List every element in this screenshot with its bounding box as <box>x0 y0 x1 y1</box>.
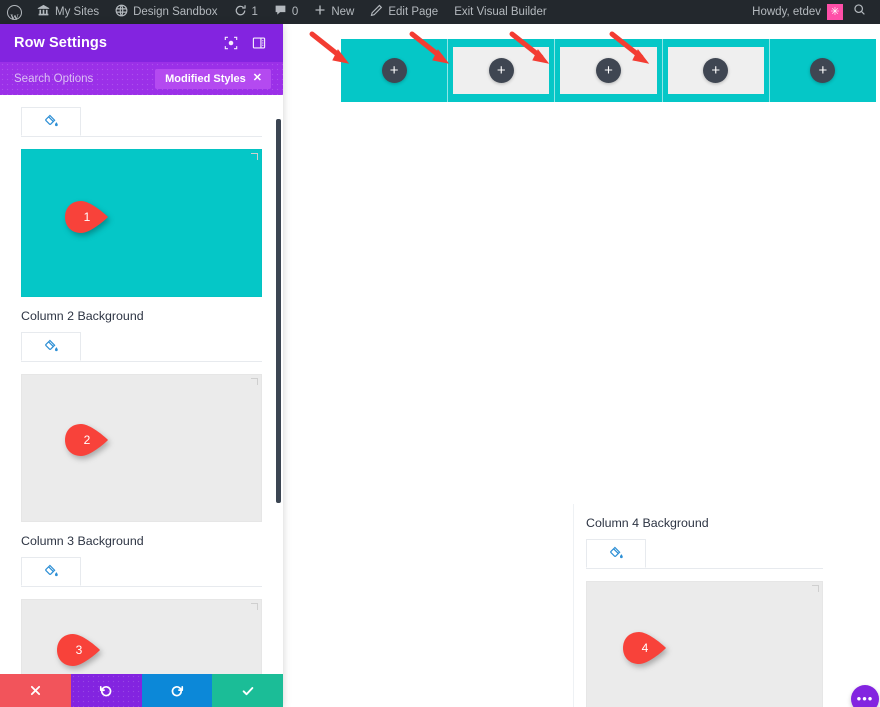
screen-root: My Sites Design Sandbox 1 0 New <box>0 0 880 707</box>
paint-bucket-icon[interactable] <box>21 332 81 361</box>
resize-handle-icon[interactable] <box>812 585 819 592</box>
builder-column-4[interactable]: + <box>663 39 770 102</box>
color-picker-row-3[interactable] <box>21 557 262 587</box>
panel-scrollbar[interactable] <box>276 119 281 503</box>
paint-bucket-icon[interactable] <box>21 107 81 136</box>
admin-bar-label-site-name: Design Sandbox <box>133 6 218 18</box>
add-module-button-2[interactable]: + <box>488 58 514 83</box>
admin-bar-item-site-name[interactable]: Design Sandbox <box>107 0 225 24</box>
builder-column-5[interactable]: + <box>770 39 876 102</box>
admin-bar-item-updates[interactable]: 1 <box>226 0 266 24</box>
row-settings-panel: Row Settings Search Options Modified Sty… <box>0 24 283 707</box>
admin-bar-label-updates: 1 <box>251 6 258 18</box>
add-module-button-1[interactable]: + <box>381 58 407 83</box>
annotation-marker-2: 2 <box>64 423 110 457</box>
color-picker-field-1[interactable] <box>81 107 262 136</box>
color-swatch-column-1[interactable]: 1 <box>21 149 262 297</box>
avatar[interactable]: ✳ <box>827 4 843 20</box>
plus-icon: + <box>496 61 506 79</box>
search-input[interactable]: Search Options <box>14 73 155 85</box>
modified-styles-badge[interactable]: Modified Styles ✕ <box>155 68 271 89</box>
plus-icon: + <box>604 61 613 79</box>
annotation-arrow-3 <box>508 30 560 72</box>
plus-icon <box>314 4 326 20</box>
admin-bar-item-new[interactable]: New <box>306 0 362 24</box>
color-picker-row-4[interactable] <box>586 539 823 569</box>
color-swatch-column-2[interactable]: 2 <box>21 374 262 522</box>
howdy-label[interactable]: Howdy, etdev <box>746 0 827 24</box>
color-picker-field-3[interactable] <box>81 557 262 586</box>
wordpress-logo-icon <box>7 4 22 29</box>
admin-bar-label-comments: 0 <box>291 6 299 18</box>
cancel-button[interactable] <box>0 674 71 707</box>
panel-search-bar[interactable]: Search Options Modified Styles ✕ <box>0 62 283 95</box>
annotation-marker-1-number: 1 <box>83 210 91 224</box>
panel-header: Row Settings <box>0 24 283 62</box>
annotation-marker-4-number: 4 <box>641 641 649 655</box>
sites-icon <box>37 4 50 21</box>
site-dashboard-icon <box>115 4 128 21</box>
settings-fab-button[interactable]: ••• <box>851 685 879 707</box>
color-picker-field-2[interactable] <box>81 332 262 361</box>
admin-bar-item-exit-visual-builder[interactable]: Exit Visual Builder <box>446 0 554 24</box>
focus-target-icon[interactable] <box>221 33 241 53</box>
search-icon[interactable] <box>847 0 874 24</box>
add-module-button-5[interactable]: + <box>810 58 836 83</box>
admin-bar-label-new: New <box>331 6 355 18</box>
annotation-marker-4: 4 <box>622 631 668 665</box>
resize-handle-icon[interactable] <box>251 378 258 385</box>
redo-button[interactable] <box>141 674 213 707</box>
wp-logo-menu[interactable] <box>0 0 29 29</box>
panel-body: 1 Column 2 Background 2 Column 3 Backgro… <box>0 95 283 674</box>
add-module-button-3[interactable]: + <box>596 58 621 83</box>
admin-bar-label-edit-page: Edit Page <box>388 6 439 18</box>
close-icon[interactable]: ✕ <box>253 73 262 84</box>
resize-handle-icon[interactable] <box>251 603 258 610</box>
modified-styles-label: Modified Styles <box>165 72 246 85</box>
wp-admin-bar: My Sites Design Sandbox 1 0 New <box>0 0 880 29</box>
annotation-arrow-2 <box>408 30 460 72</box>
color-picker-field-4[interactable] <box>646 539 823 568</box>
annotation-marker-2-number: 2 <box>83 433 91 447</box>
visual-builder-canvas: + + + + + Column 4 Background 4 ••• <box>283 24 880 707</box>
plus-icon: + <box>389 61 399 79</box>
field-column-3-background: Column 3 Background 3 <box>0 522 283 674</box>
field-column-4-background: Column 4 Background 4 <box>574 504 835 707</box>
plus-icon: + <box>818 61 828 79</box>
color-swatch-column-4[interactable]: 4 <box>586 581 823 707</box>
admin-bar-item-edit-page[interactable]: Edit Page <box>362 0 446 24</box>
save-button[interactable] <box>212 674 283 707</box>
field-label-column-2-background: Column 2 Background <box>21 309 144 323</box>
color-picker-row-2[interactable] <box>21 332 262 362</box>
field-column-1-background: 1 <box>0 107 283 297</box>
admin-bar-item-my-sites[interactable]: My Sites <box>29 0 107 24</box>
color-swatch-column-3[interactable]: 3 <box>21 599 262 674</box>
annotation-arrow-1 <box>308 30 360 72</box>
page-title: Row Settings <box>14 35 108 51</box>
pencil-icon <box>370 4 383 21</box>
panel-layout-icon[interactable] <box>249 33 269 53</box>
admin-bar-account-area: Howdy, etdev ✳ <box>746 0 880 24</box>
annotation-marker-3-number: 3 <box>75 643 83 657</box>
paint-bucket-icon[interactable] <box>586 539 646 568</box>
resize-handle-icon[interactable] <box>251 153 258 160</box>
admin-bar-label-exit-visual-builder: Exit Visual Builder <box>454 6 547 18</box>
plus-icon: + <box>711 61 721 79</box>
comments-icon <box>274 4 287 21</box>
annotation-marker-3: 3 <box>56 633 102 667</box>
paint-bucket-icon[interactable] <box>21 557 81 586</box>
undo-button[interactable] <box>70 674 142 707</box>
field-label-column-4-background: Column 4 Background <box>586 516 709 530</box>
admin-bar-label-my-sites: My Sites <box>55 6 100 18</box>
admin-bar-item-comments[interactable]: 0 <box>266 0 306 24</box>
color-picker-row-1[interactable] <box>21 107 262 137</box>
field-label-column-3-background: Column 3 Background <box>21 534 144 548</box>
annotation-marker-1: 1 <box>64 200 110 234</box>
panel-action-bar <box>0 674 283 707</box>
field-column-2-background: Column 2 Background 2 <box>0 297 283 522</box>
column-4-settings-panel: Column 4 Background 4 <box>573 504 835 707</box>
updates-icon <box>234 4 247 21</box>
